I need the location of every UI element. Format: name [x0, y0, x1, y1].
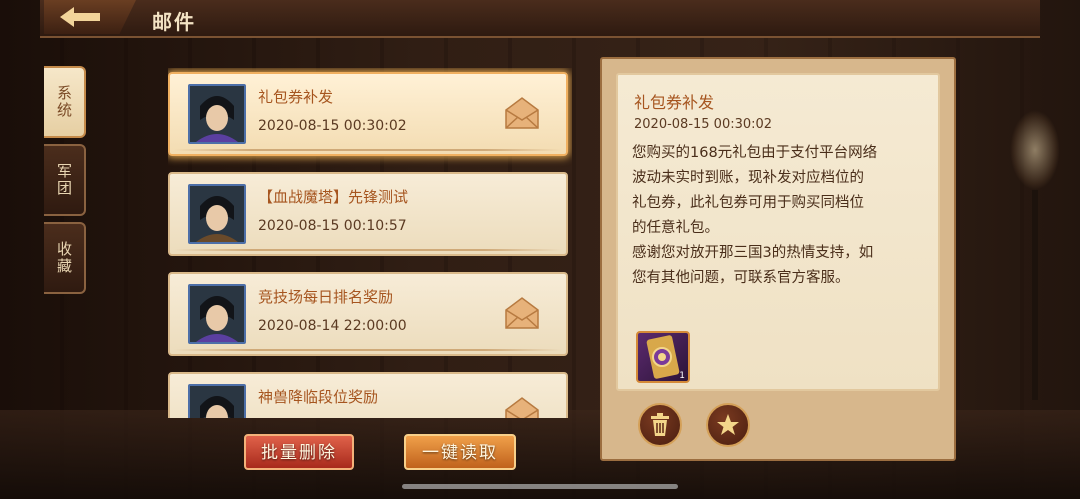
sender-avatar: [188, 184, 246, 244]
mail-detail-panel: 礼包券补发 2020-08-15 00:30:02 您购买的168元礼包由于支付…: [600, 57, 956, 461]
envelope-icon: [505, 397, 539, 418]
detail-title: 礼包券补发: [634, 93, 715, 112]
tab-favorites[interactable]: 收藏: [44, 222, 86, 294]
sender-avatar: [188, 284, 246, 344]
star-icon: [717, 414, 739, 435]
trash-icon: [651, 413, 669, 436]
mail-list[interactable]: 礼包券补发 2020-08-15 00:30:02 【血战魔塔】先锋测试 202…: [168, 68, 572, 418]
tab-system[interactable]: 系统: [44, 66, 86, 138]
read-all-button[interactable]: 一键读取: [404, 434, 516, 470]
batch-delete-button[interactable]: 批量删除: [244, 434, 354, 470]
mail-title: 神兽降临段位奖励: [258, 388, 379, 406]
background-lamp-pole: [1032, 190, 1038, 400]
background-lamp: [1010, 110, 1060, 190]
detail-date: 2020-08-15 00:30:02: [634, 117, 773, 132]
mail-item[interactable]: 【血战魔塔】先锋测试 2020-08-15 00:10:57: [168, 172, 568, 256]
favorite-button[interactable]: [706, 403, 750, 447]
attachment-count: 1: [679, 371, 685, 381]
delete-button[interactable]: [638, 403, 682, 447]
mail-item[interactable]: 竞技场每日排名奖励 2020-08-14 22:00:00: [168, 272, 568, 356]
sender-avatar: [188, 84, 246, 144]
sender-avatar: [188, 384, 246, 418]
mail-date: 2020-08-15 00:30:02: [258, 118, 407, 134]
mail-detail-content: 礼包券补发 2020-08-15 00:30:02 您购买的168元礼包由于支付…: [616, 73, 940, 391]
mail-title: 【血战魔塔】先锋测试: [258, 188, 409, 206]
mail-date: 2020-08-14 22:00:00: [258, 318, 407, 334]
back-arrow-icon: [60, 7, 100, 27]
envelope-icon: [505, 297, 539, 329]
attachment-item[interactable]: 1: [636, 331, 690, 383]
mail-date: 2020-08-15 00:10:57: [258, 218, 407, 234]
mail-title: 礼包券补发: [258, 88, 334, 106]
tab-legion[interactable]: 军团: [44, 144, 86, 216]
home-indicator: [402, 484, 678, 489]
page-title: 邮件: [152, 10, 196, 34]
detail-body: 您购买的168元礼包由于支付平台网络 波动未实时到账，现补发对应档位的 礼包券，…: [632, 145, 878, 286]
envelope-icon: [505, 97, 539, 129]
mail-title: 竞技场每日排名奖励: [258, 288, 394, 306]
mail-item[interactable]: 神兽降临段位奖励: [168, 372, 568, 418]
mail-item[interactable]: 礼包券补发 2020-08-15 00:30:02: [168, 72, 568, 156]
